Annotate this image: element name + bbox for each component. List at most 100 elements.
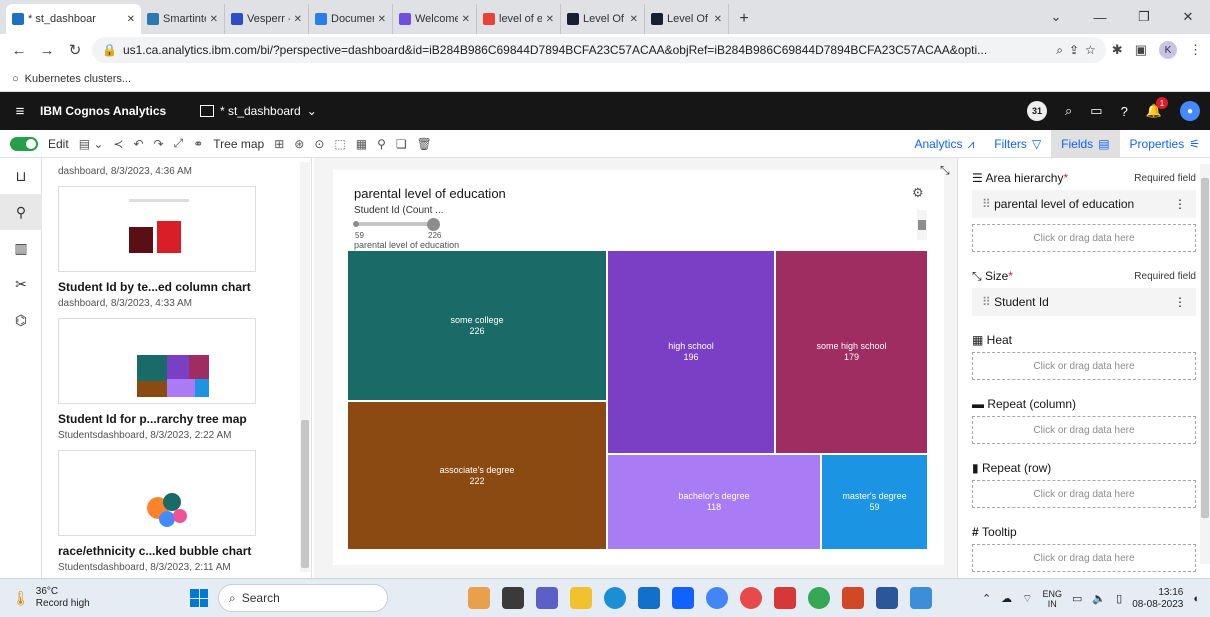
tab-close-icon[interactable]: ✕ — [378, 14, 386, 25]
app-chrome-profile-icon[interactable] — [808, 587, 830, 609]
fields-scrollbar[interactable] — [1200, 164, 1210, 564]
pinned-thumbnail[interactable] — [58, 186, 256, 272]
tray-chevron-icon[interactable]: ⌃ — [982, 592, 991, 605]
sidepanel-icon[interactable]: ▣ — [1135, 42, 1147, 58]
pin-rail-icon[interactable]: ⚲ — [0, 194, 42, 230]
hamburger-menu-icon[interactable]: ≡ — [0, 103, 40, 120]
heat-drop-zone[interactable]: Click or drag data here — [972, 352, 1196, 380]
language-indicator[interactable]: ENG IN — [1043, 589, 1063, 609]
tooltip-drop-zone[interactable]: Click or drag data here — [972, 544, 1196, 572]
treemap-tile[interactable]: some college 226 — [347, 250, 607, 401]
app-chat-icon[interactable] — [536, 587, 558, 609]
repeat-row-drop-zone[interactable]: Click or drag data here — [972, 480, 1196, 508]
link-icon[interactable]: ⚭ — [193, 137, 203, 151]
onedrive-icon[interactable]: ☁ — [1001, 592, 1012, 605]
new-tab-button[interactable]: + — [729, 4, 759, 34]
app-dell-icon[interactable] — [672, 587, 694, 609]
menu-kebab-icon[interactable]: ⋮ — [1189, 42, 1202, 58]
save-icon[interactable]: ▤ ⌄ — [79, 137, 104, 151]
sources-icon[interactable]: ⊔ — [0, 158, 42, 194]
browser-tab[interactable]: Documentati ✕ — [309, 4, 393, 34]
browser-tab[interactable]: Vesperr - Cre ✕ — [225, 4, 309, 34]
assistant-icon[interactable]: ⌬ — [0, 302, 42, 338]
settings-gear-icon[interactable]: ⚙ — [912, 185, 924, 201]
assistant-badge[interactable]: 31 — [1027, 101, 1047, 121]
area-drop-zone[interactable]: Click or drag data here — [972, 224, 1196, 252]
browser-tab[interactable]: * st_dashboar ✕ — [6, 4, 141, 34]
tab-close-icon[interactable]: ✕ — [546, 14, 554, 25]
weather-widget[interactable]: 🌡 36°C Record high — [0, 586, 190, 610]
restore-icon[interactable]: ❐ — [1122, 0, 1166, 34]
delete-icon[interactable]: 🗑 — [417, 137, 432, 151]
bookmark-kubernetes[interactable]: Kubernetes clusters... — [25, 73, 131, 85]
browser-tab[interactable]: Level Of Educ ✕ — [645, 4, 729, 34]
help-icon[interactable]: ? — [1121, 104, 1128, 119]
share-icon[interactable]: ≺ — [113, 137, 123, 151]
pinned-item-title[interactable]: race/ethnicity c...ked bubble chart — [42, 542, 311, 560]
treemap-tile[interactable]: some high school 179 — [775, 250, 928, 454]
widgets-icon[interactable]: ✂ — [0, 266, 42, 302]
windows-start-icon[interactable] — [190, 589, 208, 607]
tab-search-icon[interactable]: ⌄ — [1034, 0, 1078, 34]
tab-close-icon[interactable]: ✕ — [630, 14, 638, 25]
browser-tab[interactable]: Welcome ✕ — [393, 4, 477, 34]
field-menu-icon[interactable]: ⋮ — [1174, 295, 1186, 309]
repeat-column-drop-zone[interactable]: Click or drag data here — [972, 416, 1196, 444]
tab-close-icon[interactable]: ✕ — [462, 14, 470, 25]
notification-center-icon[interactable]: ◐ — [1193, 593, 1200, 605]
extensions-icon[interactable]: ✱ — [1112, 42, 1123, 58]
app-chrome-icon[interactable] — [706, 587, 728, 609]
treemap-tile[interactable]: master's degree 59 — [821, 454, 928, 550]
url-field[interactable]: 🔒 us1.ca.analytics.ibm.com/bi/?perspecti… — [92, 37, 1106, 63]
tab-close-icon[interactable]: ✕ — [714, 14, 722, 25]
pin-icon[interactable]: ⚲ — [377, 137, 386, 151]
area-hierarchy-field[interactable]: ⠿ parental level of education ⋮ — [972, 190, 1196, 218]
range-slider-max-handle[interactable] — [427, 218, 440, 231]
system-clock[interactable]: 13:16 08-08-2023 — [1132, 587, 1183, 611]
share-icon[interactable]: ⇪ — [1069, 43, 1079, 57]
profile-avatar[interactable]: K — [1159, 41, 1177, 59]
range-slider-track[interactable] — [356, 222, 436, 226]
back-icon[interactable]: ← — [8, 42, 30, 59]
app-taskview-icon[interactable] — [502, 587, 524, 609]
app-mcafee-icon[interactable] — [774, 587, 796, 609]
treemap-tile[interactable]: high school 196 — [607, 250, 775, 454]
collapse-icon[interactable]: ⤡ — [940, 163, 950, 178]
tab-close-icon[interactable]: ✕ — [294, 14, 302, 25]
pinned-item-title[interactable]: Student Id by te...ed column chart — [42, 278, 311, 296]
undo-icon[interactable]: ↶ — [133, 137, 143, 151]
app-media-icon[interactable] — [740, 587, 762, 609]
properties-button[interactable]: Properties ⚟ — [1120, 130, 1210, 158]
size-field[interactable]: ⠿ Student Id ⋮ — [972, 288, 1196, 316]
legend-scrollbar[interactable] — [917, 210, 927, 240]
browser-tab[interactable]: level of educa ✕ — [477, 4, 561, 34]
search-icon[interactable]: ⌕ — [1065, 103, 1072, 119]
minimize-icon[interactable]: — — [1078, 0, 1122, 34]
app-explorer-icon[interactable] — [570, 587, 592, 609]
tab-close-icon[interactable]: ✕ — [127, 14, 135, 25]
scrollbar-thumb[interactable] — [1201, 178, 1209, 518]
app-powerpoint-icon[interactable] — [842, 587, 864, 609]
visualizations-icon[interactable]: ▥ — [0, 230, 42, 266]
app-word-icon[interactable] — [876, 587, 898, 609]
battery-icon[interactable]: ▯ — [1116, 592, 1122, 605]
chat-icon[interactable]: ▭ — [1090, 103, 1102, 119]
panel-scrollbar[interactable] — [300, 162, 310, 572]
palette-icon[interactable]: ⊛ — [294, 137, 304, 151]
reload-icon[interactable]: ↻ — [64, 41, 86, 59]
app-edge-icon[interactable] — [604, 587, 626, 609]
redo-icon[interactable]: ↷ — [154, 137, 164, 151]
app-store-icon[interactable] — [638, 587, 660, 609]
focus-icon[interactable]: ⬚ — [334, 137, 345, 151]
treemap-tile[interactable]: associate's degree 222 — [347, 401, 607, 550]
visualization-type[interactable]: Tree map — [213, 137, 264, 151]
network-icon[interactable]: ⌔ — [1022, 592, 1032, 606]
pinned-thumbnail[interactable] — [58, 450, 256, 536]
expand-icon[interactable]: ⤢ — [174, 136, 184, 151]
forward-icon[interactable]: → — [36, 42, 58, 59]
scrollbar-thumb[interactable] — [301, 420, 309, 568]
app-cat-icon[interactable] — [468, 587, 490, 609]
tab-close-icon[interactable]: ✕ — [210, 14, 218, 25]
pinned-thumbnail[interactable] — [58, 318, 256, 404]
treemap-tile[interactable]: bachelor's degree 118 — [607, 454, 821, 550]
